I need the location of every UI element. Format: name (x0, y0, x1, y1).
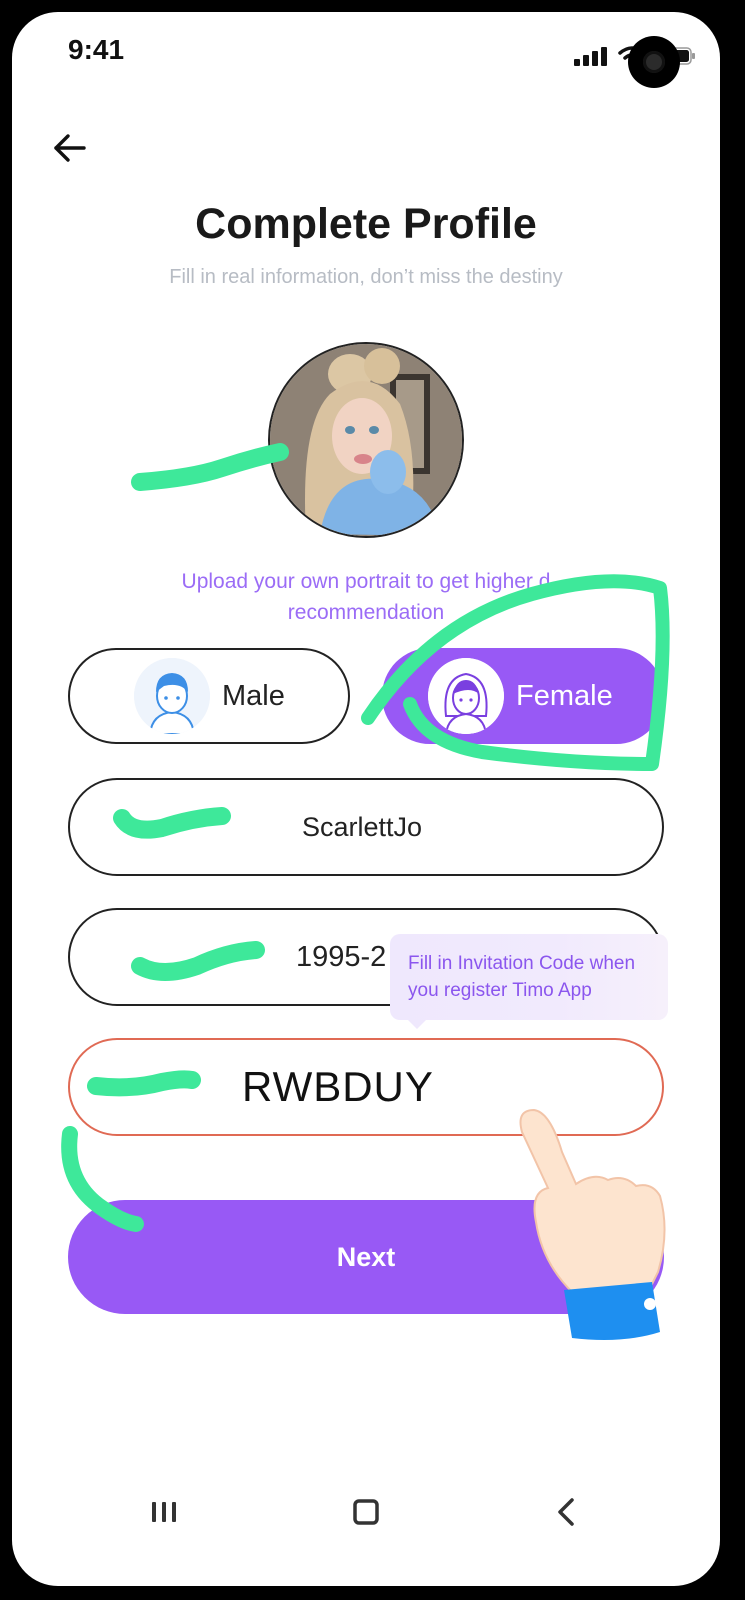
status-time: 9:41 (68, 34, 125, 65)
recent-apps-button[interactable] (138, 1486, 190, 1538)
profile-photo (270, 344, 462, 536)
profile-photo-upload[interactable] (268, 342, 464, 538)
invite-tooltip-line-1: Fill in Invitation Code when (408, 953, 636, 974)
signal-icon (574, 47, 607, 66)
marker-stroke-avatar (131, 443, 289, 491)
invite-code-field[interactable]: RWBDUY (68, 1038, 664, 1136)
male-avatar-icon (134, 658, 210, 734)
home-button[interactable] (340, 1486, 392, 1538)
arrow-left-icon (54, 134, 86, 162)
upload-hint-line-2: recommendation (287, 601, 445, 624)
upload-hint-line-1: Upload your own portrait to get higher d (181, 570, 551, 593)
gender-male-label: Male (222, 679, 285, 712)
system-back-button[interactable] (540, 1486, 592, 1538)
page-title: Complete Profile (195, 200, 537, 248)
gender-male-button[interactable]: Male (68, 648, 350, 744)
back-chevron-icon (558, 1498, 574, 1526)
nickname-value: ScarlettJo (302, 812, 423, 842)
system-nav-bar (12, 1472, 720, 1552)
birthday-value: 1995-2 (296, 941, 387, 973)
female-avatar-icon (428, 658, 504, 734)
invite-code-value: RWBDUY (242, 1063, 434, 1110)
camera-hole (628, 36, 680, 88)
home-icon (353, 1499, 379, 1525)
upload-hint: Upload your own portrait to get higher d… (122, 566, 610, 628)
gender-female-label: Female (516, 679, 613, 712)
invite-tooltip-line-2: you register Timo App (408, 980, 592, 1001)
invite-code-tooltip: Fill in Invitation Code when you registe… (390, 934, 668, 1029)
phone-frame: 9:41 Complete Profile Fill in real infor… (0, 0, 745, 1600)
app-screen: 9:41 Complete Profile Fill in real infor… (12, 12, 720, 1586)
gender-female-button[interactable]: Female (382, 648, 664, 744)
recent-apps-icon (152, 1502, 176, 1522)
next-button[interactable]: Next (68, 1200, 664, 1314)
nickname-field[interactable]: ScarlettJo (68, 778, 664, 876)
page-subtitle: Fill in real information, don’t miss the… (169, 266, 563, 288)
back-button[interactable] (46, 124, 94, 172)
